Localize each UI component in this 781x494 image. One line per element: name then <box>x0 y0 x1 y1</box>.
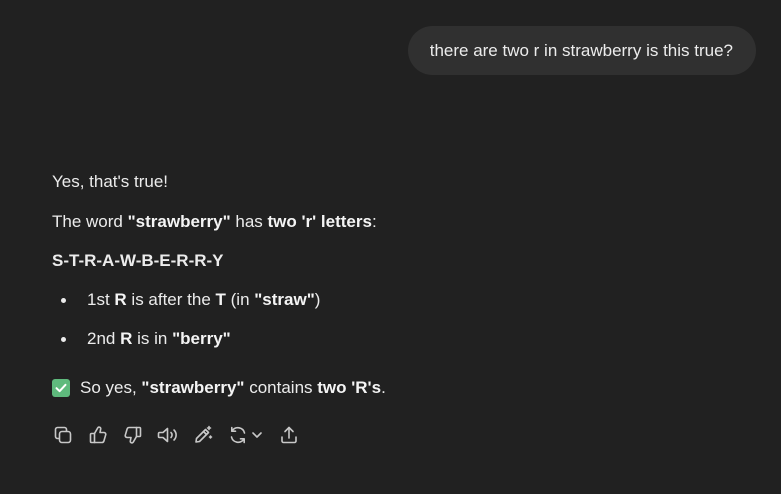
text-segment: (in <box>225 290 255 309</box>
text-segment: The word <box>52 212 128 231</box>
bold-segment: "berry" <box>172 329 231 348</box>
text-segment: contains <box>244 378 318 397</box>
read-aloud-icon <box>157 427 177 443</box>
text-segment: 2nd <box>87 329 121 348</box>
regenerate-button[interactable] <box>227 424 263 446</box>
text-segment: ) <box>314 290 321 309</box>
chevron-down-icon <box>251 432 262 438</box>
assistant-paragraph-1: Yes, that's true! <box>52 172 169 191</box>
spelling-line: S-T-R-A-W-B-E-R-R-Y <box>52 251 224 270</box>
list-item-text: 1st R is after the T (in "straw") <box>87 288 320 312</box>
edit-magic-icon <box>195 425 213 443</box>
thumbs-down-icon <box>124 426 142 444</box>
thumbs-down-button[interactable] <box>122 424 144 446</box>
message-action-toolbar <box>52 424 313 446</box>
bold-segment: "strawberry" <box>141 378 245 397</box>
share-button[interactable] <box>278 424 300 446</box>
text-segment: So yes, <box>80 378 142 397</box>
conclusion-paragraph: So yes, "strawberry" contains two 'R's. <box>52 376 386 400</box>
thumbs-up-button[interactable] <box>87 424 109 446</box>
edit-magic-button[interactable] <box>192 424 214 446</box>
bullet-dot <box>61 337 66 342</box>
bold-segment: two 'r' letters <box>267 212 372 231</box>
bold-segment: R <box>114 290 127 309</box>
text-segment: has <box>230 212 268 231</box>
copy-icon <box>54 426 72 444</box>
share-icon <box>281 426 297 444</box>
bold-segment: two 'R's <box>317 378 382 397</box>
assistant-paragraph-2: The word "strawberry" has two 'r' letter… <box>52 210 377 234</box>
bold-segment: "straw" <box>254 290 315 309</box>
user-message-bubble: there are two r in strawberry is this tr… <box>407 26 756 75</box>
text-segment: : <box>371 212 377 231</box>
thumbs-up-icon <box>89 426 107 444</box>
text-segment: is after the <box>126 290 216 309</box>
bold-segment: R <box>120 329 133 348</box>
bold-segment: "strawberry" <box>127 212 231 231</box>
user-message-text: there are two r in strawberry is this tr… <box>429 40 733 60</box>
check-mark-icon <box>52 379 70 397</box>
read-aloud-button[interactable] <box>157 424 179 446</box>
list-item-text: 2nd R is in "berry" <box>87 327 231 351</box>
copy-button[interactable] <box>52 424 74 446</box>
conclusion-text: So yes, "strawberry" contains two 'R's. <box>80 376 386 400</box>
bold-segment: T <box>215 290 226 309</box>
text-segment: is in <box>132 329 173 348</box>
regenerate-icon <box>230 426 245 444</box>
text-segment: . <box>381 378 386 397</box>
bullet-dot <box>61 298 66 303</box>
text-segment: 1st <box>87 290 115 309</box>
